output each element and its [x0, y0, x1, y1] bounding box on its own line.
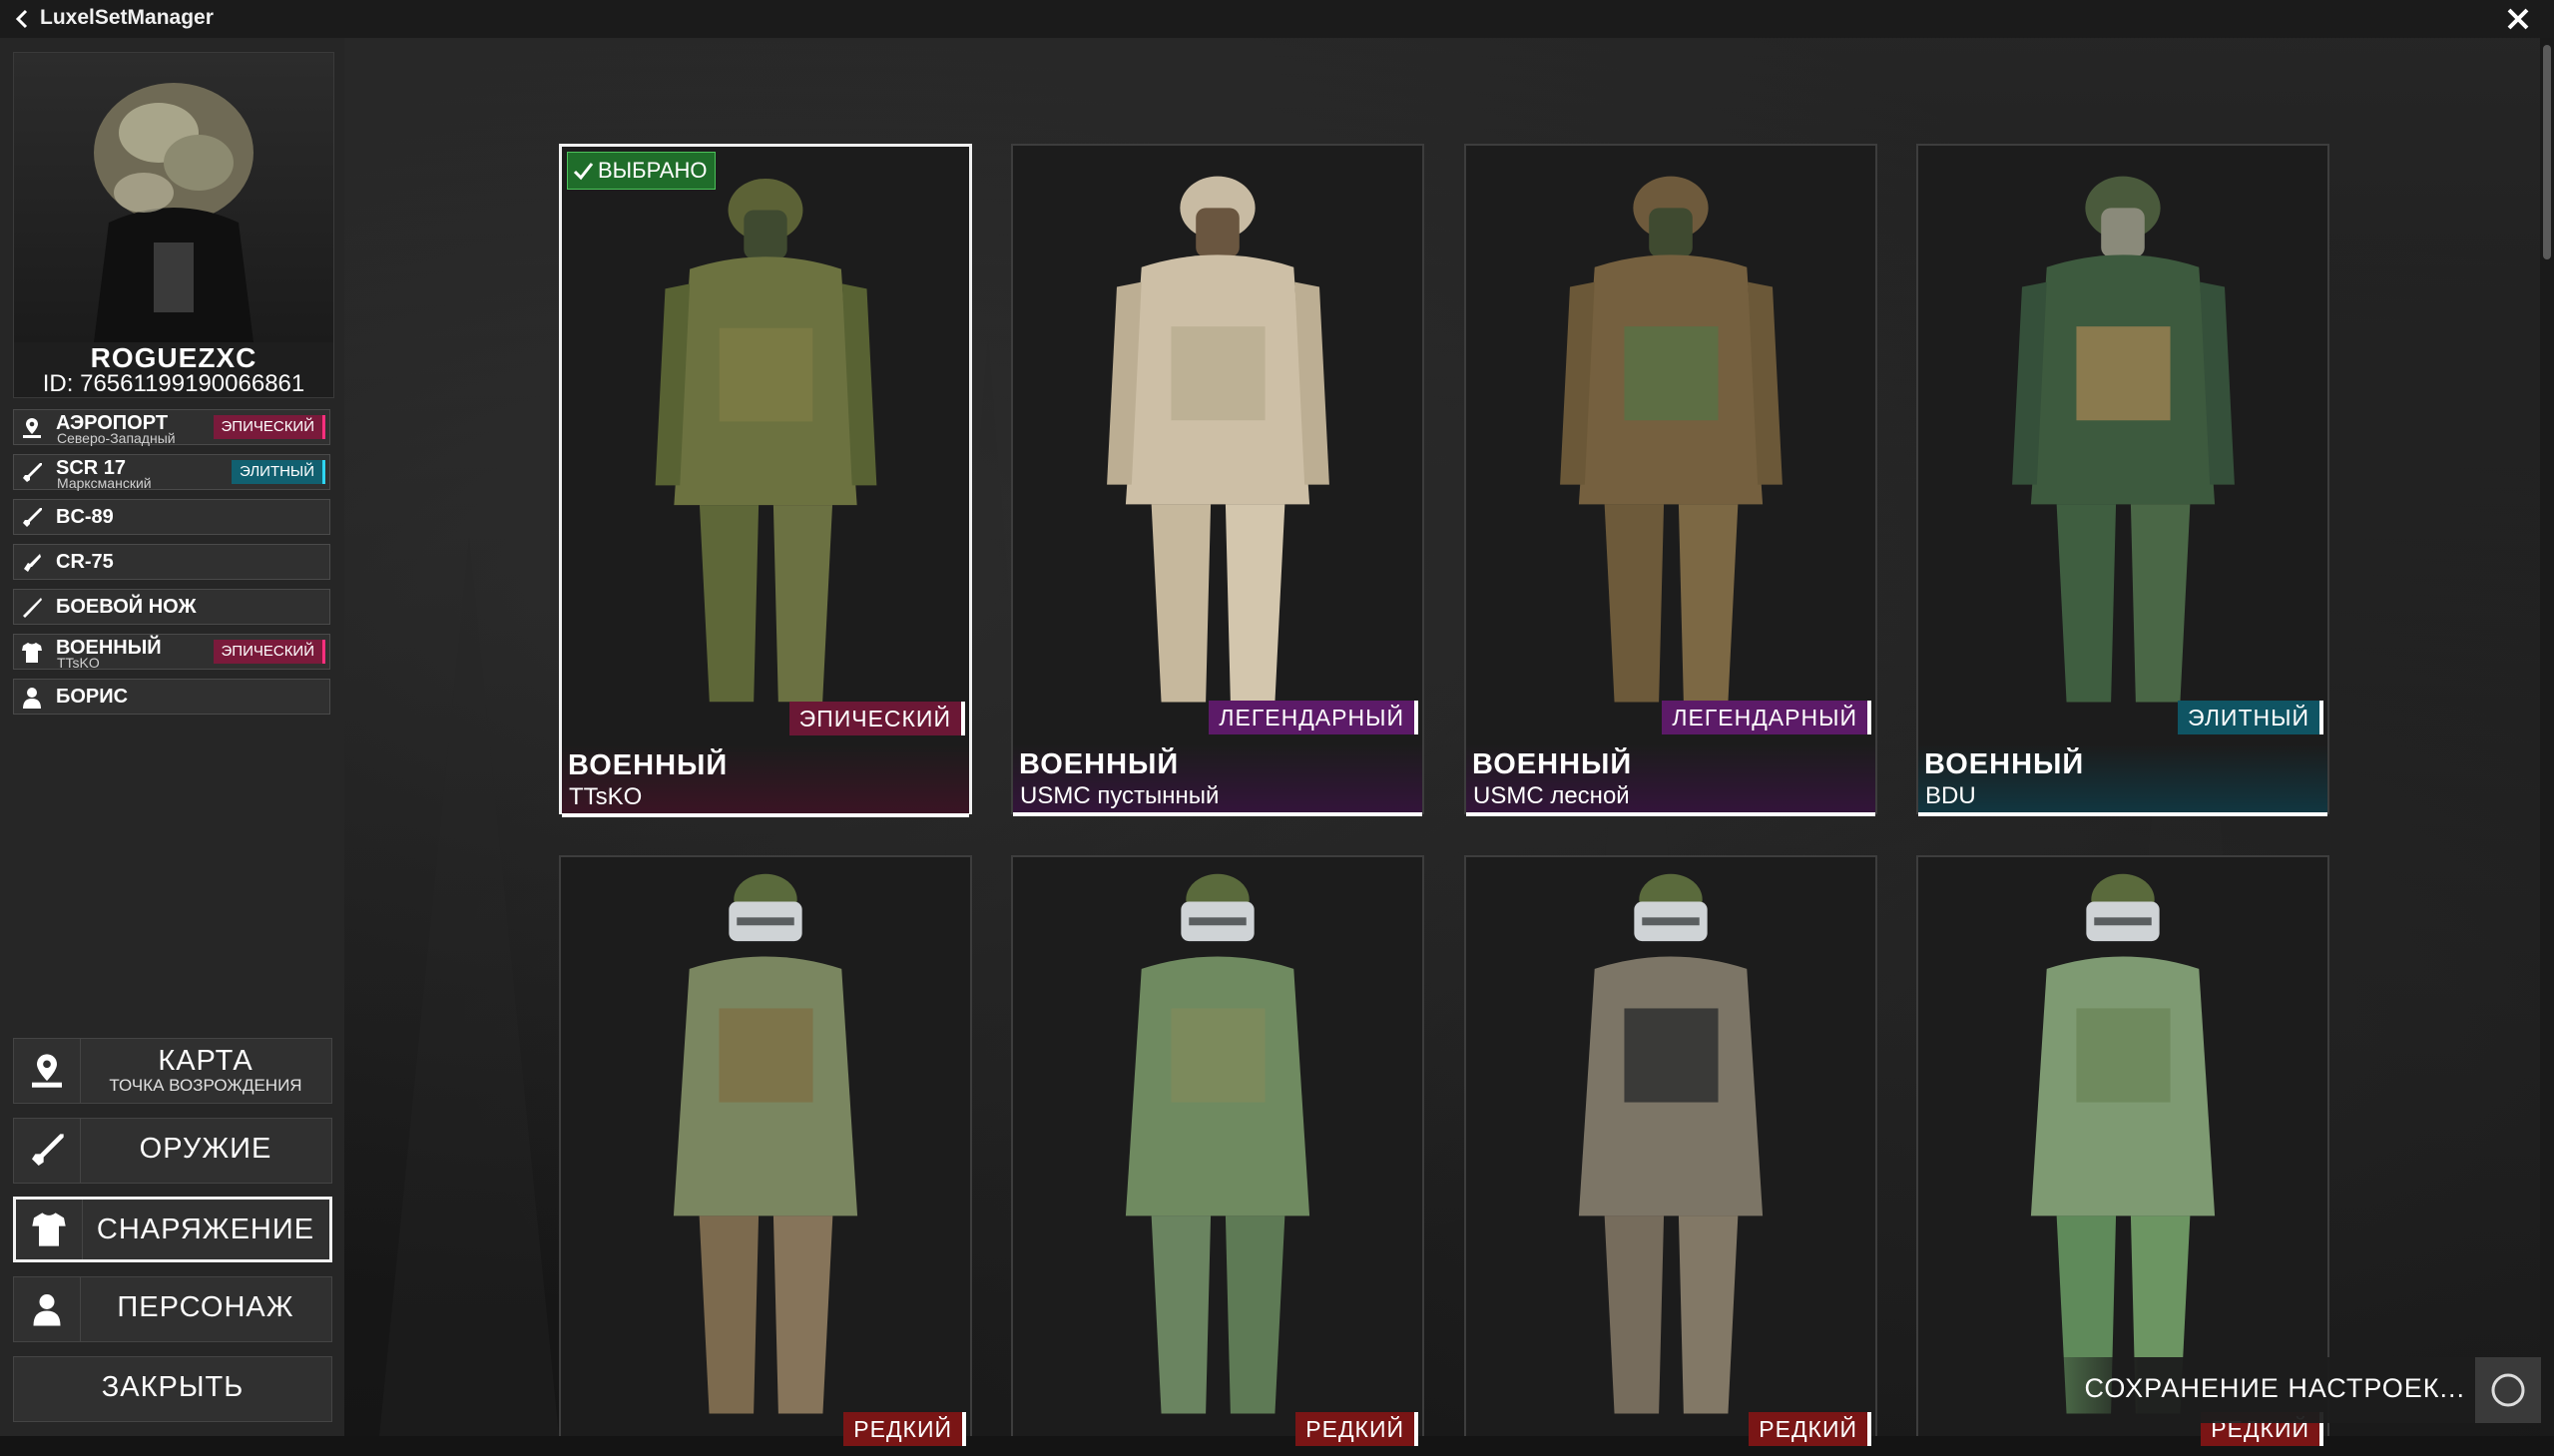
map-pin-icon [32, 1054, 62, 1088]
loadout-item-primary-weapon[interactable]: SCR 17 Марксманский ЭЛИТНЫЙ [13, 454, 330, 491]
loadout-item-outfit[interactable]: ВОЕННЫЙ TTsKO ЭПИЧЕСКИЙ [13, 634, 330, 671]
saving-spinner [2475, 1357, 2541, 1423]
outfit-card[interactable]: РЕДКИЙ [1916, 855, 2329, 1446]
soldier-figure [1560, 176, 1783, 703]
nav-button-character[interactable]: ПЕРСОНАЖ [13, 1276, 332, 1342]
loadout-item-character[interactable]: БОРИС [13, 679, 330, 715]
loadout-sub: Северо-Западный [57, 430, 176, 446]
nav-label: ПЕРСОНАЖ [117, 1291, 294, 1323]
loadout-item-secondary-weapon[interactable]: BC-89 [13, 499, 330, 535]
rarity-badge: ЭЛИТНЫЙ [232, 460, 325, 484]
rarity-badge: ЭПИЧЕСКИЙ [213, 640, 325, 664]
shirt-icon [32, 1213, 66, 1246]
rarity-badge: РЕДКИЙ [843, 1412, 966, 1446]
user-id: ID: 76561199190066861 [42, 370, 305, 397]
nav-label: СНАРЯЖЕНИЕ [96, 1213, 315, 1245]
loadout-name: BC-89 [56, 506, 114, 528]
saving-status: СОХРАНЕНИЕ НАСТРОЕК... [2026, 1357, 2475, 1423]
nav-button-close[interactable]: ЗАКРЫТЬ [13, 1356, 332, 1422]
outfit-card[interactable]: РЕДКИЙ [1011, 855, 1424, 1446]
knife-icon [23, 598, 42, 618]
nav-label: ОРУЖИЕ [139, 1133, 272, 1165]
card-caption: ВОЕННЫЙ USMC лесной [1466, 744, 1875, 816]
soldier-figure [2012, 176, 2235, 703]
outfit-card[interactable]: РЕДКИЙ [1464, 855, 1877, 1446]
card-skin-name: USMC пустынный [1020, 782, 1220, 809]
nav-sublabel: ТОЧКА ВОЗРОЖДЕНИЯ [109, 1076, 302, 1095]
soldier-figure [1125, 873, 1310, 1414]
pistol-icon [24, 554, 41, 572]
loadout-name: БОЕВОЙ НОЖ [56, 596, 197, 618]
saving-text: СОХРАНЕНИЕ НАСТРОЕК... [2084, 1373, 2465, 1403]
loadout-item-map[interactable]: АЭРОПОРТ Северо-Западный ЭПИЧЕСКИЙ [13, 409, 330, 446]
rarity-badge: РЕДКИЙ [1749, 1412, 1871, 1446]
card-skin-name: USMC лесной [1473, 782, 1630, 809]
close-window-button[interactable] [2495, 0, 2541, 38]
person-icon [33, 1294, 61, 1326]
rarity-badge: ЭПИЧЕСКИЙ [213, 415, 325, 439]
loadout-item-pistol[interactable]: CR-75 [13, 544, 330, 580]
card-caption: ВОЕННЫЙ USMC пустынный [1013, 744, 1422, 816]
card-title: ВОЕННЫЙ [568, 749, 729, 781]
loadout-name: CR-75 [56, 551, 114, 573]
loadout-sub: Марксманский [57, 475, 152, 491]
card-title: ВОЕННЫЙ [1472, 748, 1633, 780]
rarity-badge: ЛЕГЕНДАРНЫЙ [1209, 701, 1418, 734]
rarity-badge: РЕДКИЙ [1295, 1412, 1418, 1446]
nav-button-gear[interactable]: СНАРЯЖЕНИЕ [13, 1197, 332, 1262]
nav-label: ЗАКРЫТЬ [101, 1371, 245, 1403]
soldier-figure [1578, 873, 1764, 1414]
outfit-card[interactable]: ЛЕГЕНДАРНЫЙ ВОЕННЫЙ USMC пустынный [1011, 144, 1424, 816]
outfit-card[interactable]: ЭЛИТНЫЙ ВОЕННЫЙ BDU [1916, 144, 2329, 816]
card-skin-name: BDU [1925, 782, 1976, 809]
app-title: LuxelSetManager [40, 6, 214, 29]
rarity-badge: ЛЕГЕНДАРНЫЙ [1662, 701, 1871, 734]
avatar [14, 53, 333, 342]
selected-tag: ВЫБРАНО [567, 152, 717, 190]
soldier-figure [1107, 176, 1329, 703]
map-pin-icon [23, 418, 41, 438]
loadout-sub: TTsKO [57, 655, 100, 671]
loadout-item-knife[interactable]: БОЕВОЙ НОЖ [13, 589, 330, 625]
rifle-icon [23, 463, 42, 482]
spinner-icon [2491, 1373, 2525, 1407]
nav-label: КАРТА [158, 1045, 254, 1077]
rifle-icon [32, 1134, 64, 1166]
card-caption: ВОЕННЫЙ BDU [1918, 744, 2327, 816]
selected-label: ВЫБРАНО [598, 158, 708, 183]
soldier-figure [655, 178, 877, 703]
loadout-name: БОРИС [56, 686, 129, 708]
rarity-badge: ЭЛИТНЫЙ [2178, 701, 2323, 734]
checkmark-icon [573, 163, 594, 181]
player-profile-card: ROGUEZXC ID: 76561199190066861 [13, 52, 334, 398]
soldier-figure [673, 873, 858, 1414]
outfit-card[interactable]: ВЫБРАНО ЭПИЧЕСКИЙ ВОЕННЫЙ TTsKO [559, 144, 972, 817]
card-skin-name: TTsKO [569, 783, 643, 810]
card-title: ВОЕННЫЙ [1019, 748, 1180, 780]
shirt-icon [22, 643, 42, 663]
card-caption: ВОЕННЫЙ TTsKO [562, 745, 969, 817]
close-icon [2507, 8, 2529, 30]
rifle-icon [23, 508, 42, 527]
outfit-card[interactable]: ЛЕГЕНДАРНЫЙ ВОЕННЫЙ USMC лесной [1464, 144, 1877, 816]
card-title: ВОЕННЫЙ [1924, 748, 2085, 780]
title-bar: LuxelSetManager [0, 0, 2554, 38]
nav-button-map[interactable]: КАРТА ТОЧКА ВОЗРОЖДЕНИЯ [13, 1038, 332, 1104]
person-icon [23, 688, 41, 709]
scrollbar-thumb[interactable] [2543, 45, 2551, 259]
left-sidebar: ROGUEZXC ID: 76561199190066861 АЭРОПОРТ … [0, 38, 344, 1436]
outfit-card[interactable]: РЕДКИЙ [559, 855, 972, 1446]
back-arrow-icon[interactable] [12, 8, 34, 30]
nav-button-weapons[interactable]: ОРУЖИЕ [13, 1118, 332, 1184]
rarity-badge: ЭПИЧЕСКИЙ [788, 702, 965, 735]
